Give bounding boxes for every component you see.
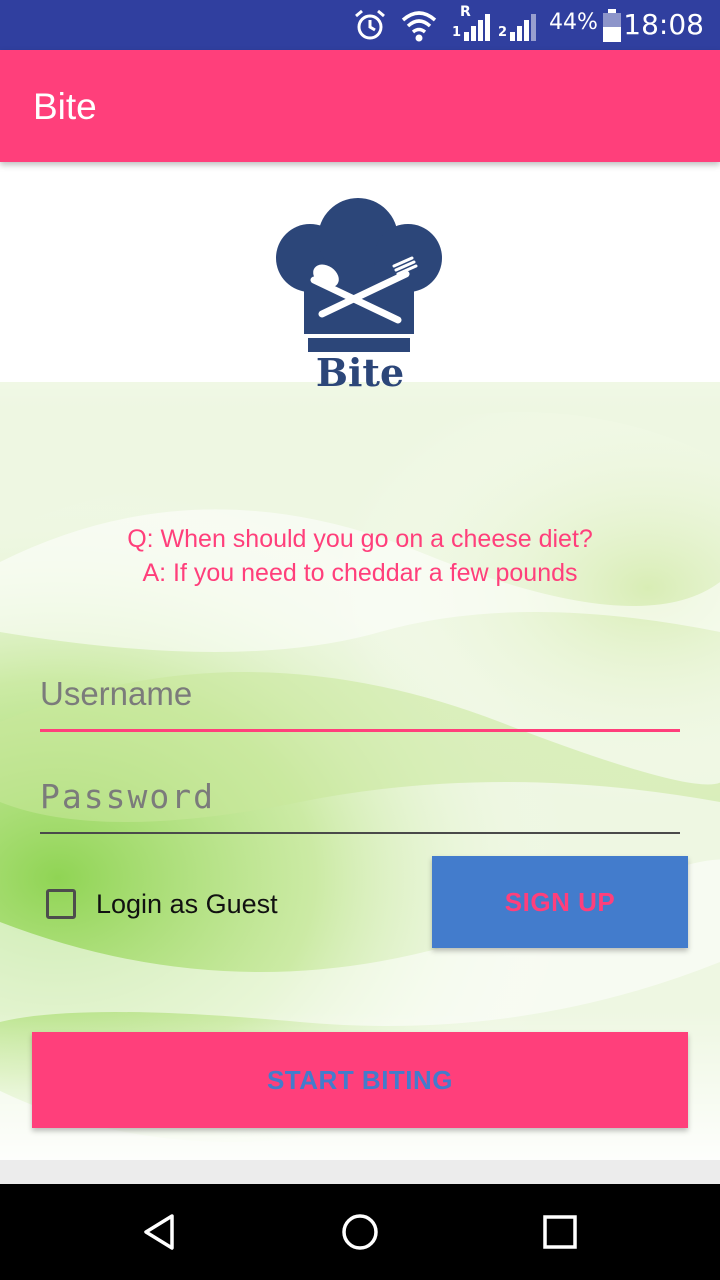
status-bar: R 1 2 44% 18:08 [0, 0, 720, 50]
wifi-icon [401, 11, 437, 42]
battery-icon [603, 9, 621, 42]
sim1-index-label: 1 [452, 25, 462, 40]
home-button[interactable] [336, 1208, 384, 1256]
joke-question: Q: When should you go on a cheese diet? [127, 525, 593, 553]
logo-text: Bite [316, 350, 404, 395]
recents-icon [543, 1215, 577, 1249]
start-biting-button[interactable]: START BITING [32, 1032, 688, 1128]
guest-checkbox[interactable] [46, 889, 76, 919]
login-as-guest-option[interactable]: Login as Guest [46, 884, 278, 924]
home-icon [342, 1214, 378, 1250]
sign-up-button[interactable]: SIGN UP [432, 856, 688, 948]
signal-icon [510, 14, 536, 41]
content-bottom-strip [0, 1160, 720, 1184]
password-underline [40, 832, 680, 834]
username-field[interactable] [40, 662, 680, 732]
bite-logo: Bite [276, 198, 442, 395]
app-title: Bite [33, 86, 97, 127]
clock: 18:08 [623, 8, 704, 41]
guest-checkbox-label: Login as Guest [96, 888, 278, 919]
joke-text: Q: When should you go on a cheese diet? … [0, 522, 720, 590]
alarm-icon [355, 9, 385, 40]
password-field[interactable] [40, 764, 680, 834]
signal-icon [464, 14, 490, 41]
back-icon [144, 1214, 174, 1250]
username-underline [40, 729, 680, 732]
password-input[interactable] [40, 764, 680, 828]
sim2-index-label: 2 [498, 25, 508, 40]
login-screen: Bite Q: When should you go on a cheese d… [0, 162, 720, 1160]
back-button[interactable] [136, 1208, 184, 1256]
recents-button[interactable] [536, 1208, 584, 1256]
app-bar: Bite [0, 50, 720, 162]
navigation-bar [0, 1184, 720, 1280]
joke-answer: A: If you need to cheddar a few pounds [142, 559, 578, 587]
battery-percent: 44% [549, 10, 598, 35]
username-input[interactable] [40, 662, 680, 726]
